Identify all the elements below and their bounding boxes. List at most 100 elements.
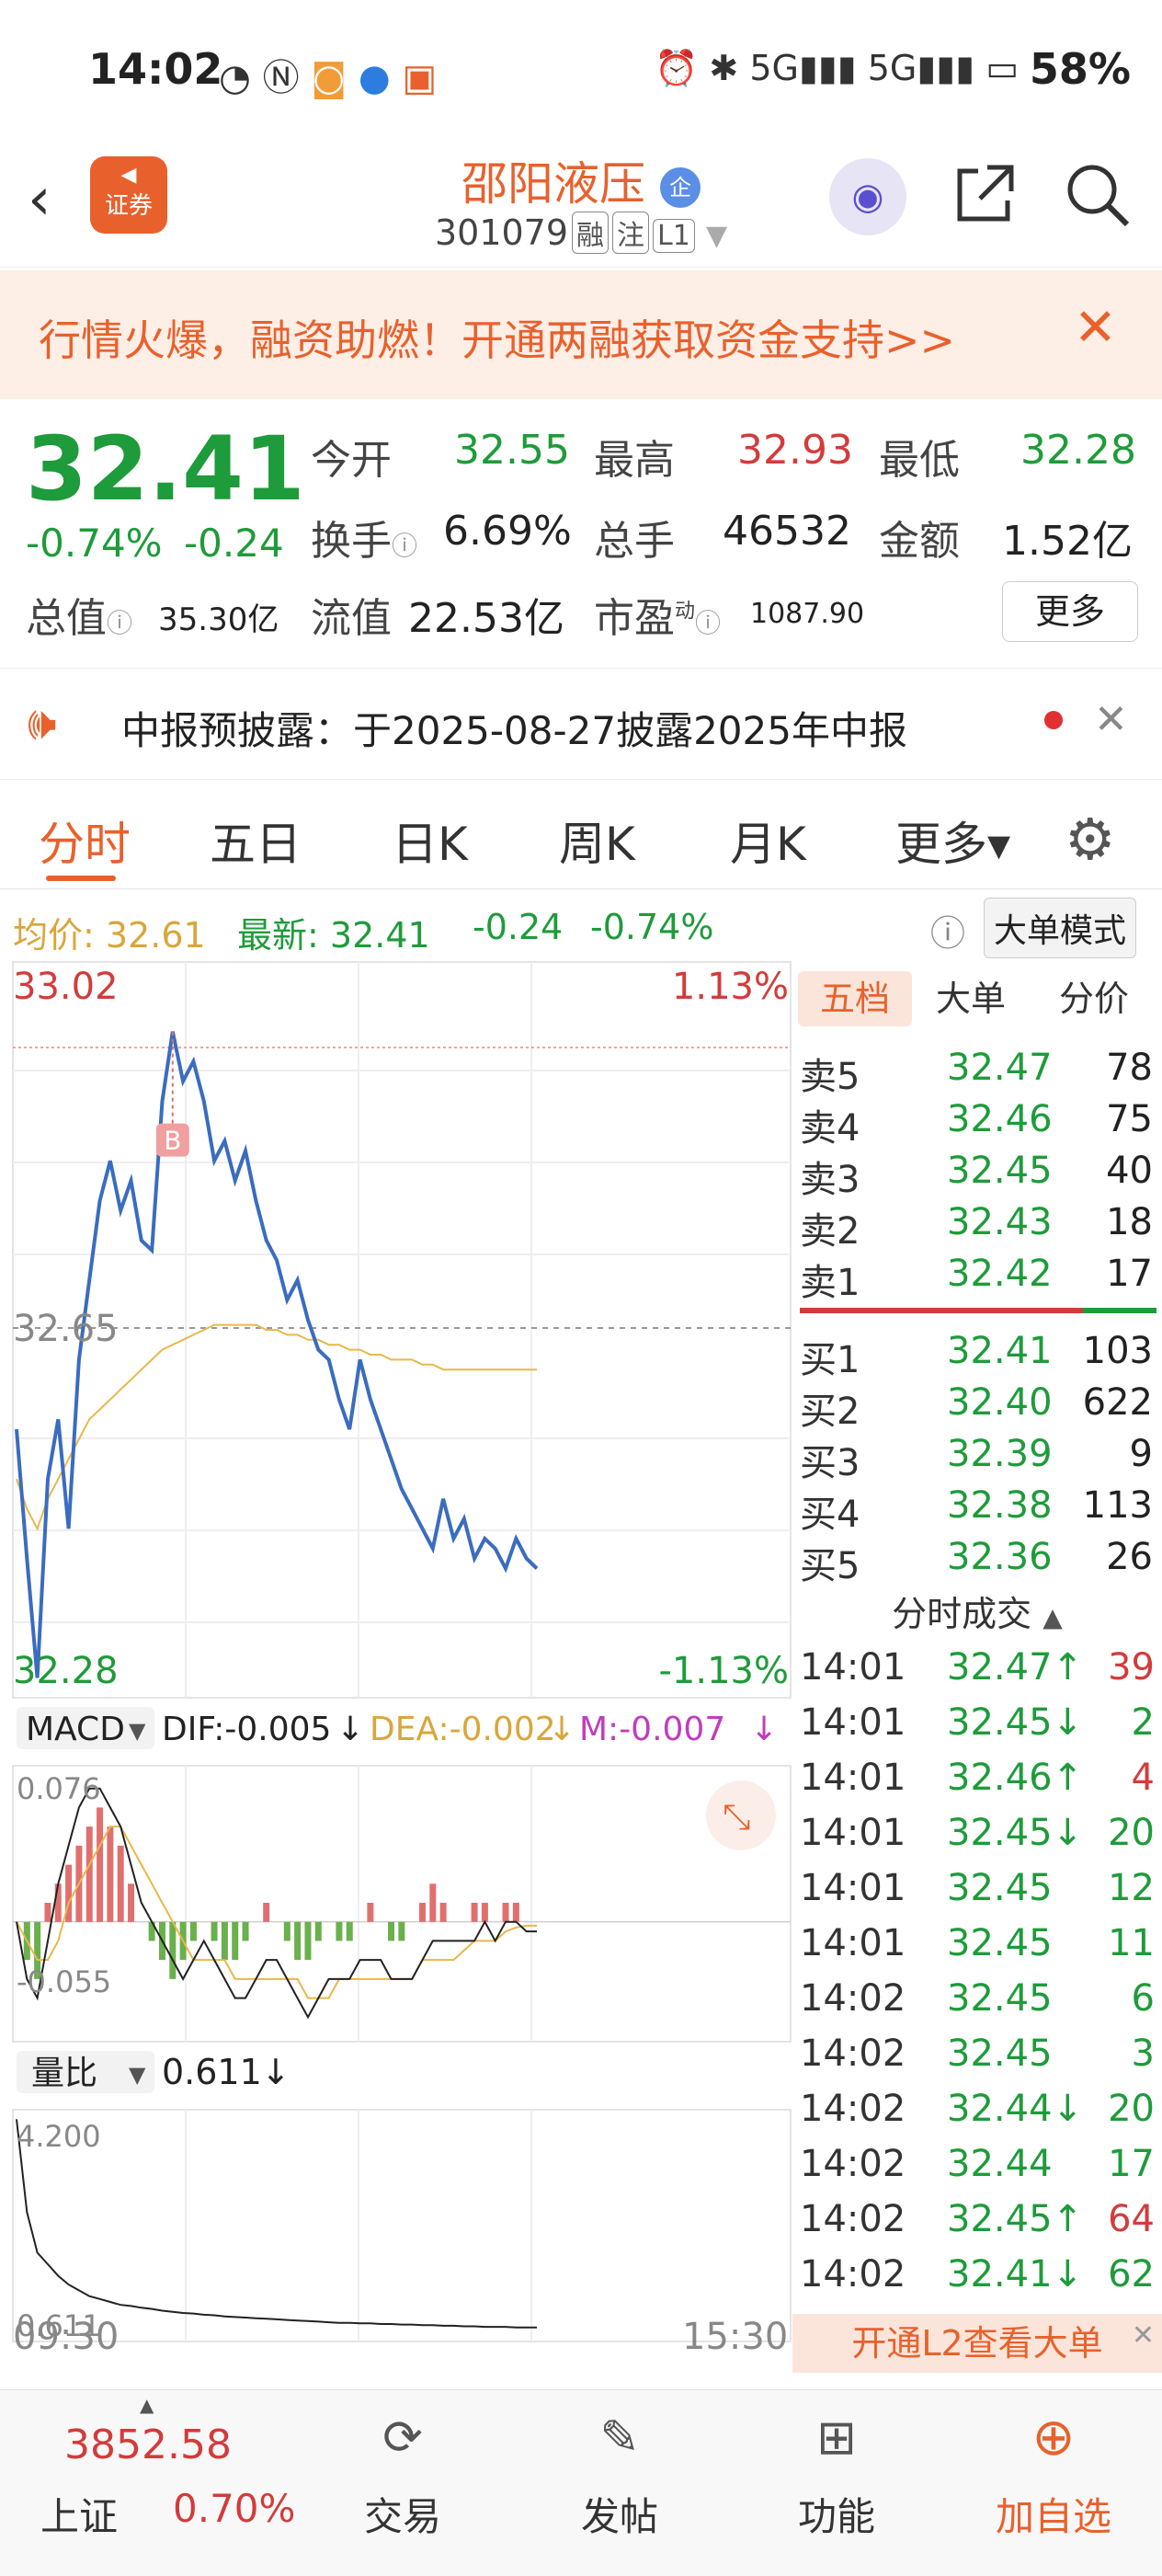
trade-price: 32.45↑ — [947, 2198, 1084, 2240]
trade-volume: 20 — [1108, 1812, 1155, 1854]
bid-level-label: 买4 — [800, 1494, 860, 1536]
index-ticker[interactable]: ▲ 3852.58 上证 0.70% — [0, 2390, 303, 2574]
close-icon[interactable]: ✕ — [1074, 298, 1117, 358]
tab-five-levels[interactable]: 五档 — [798, 971, 912, 1026]
ask-price: 32.42 — [947, 1253, 1053, 1295]
bid-price: 32.36 — [947, 1536, 1053, 1578]
tab-active-indicator — [46, 876, 116, 881]
trade-row: 14:01 32.45↓ 2 — [800, 1701, 1158, 1757]
report-notice[interactable]: 🕪 中报预披露：于2025-08-27披露2025年中报 ✕ — [0, 668, 1162, 780]
current-price: 32.41 — [26, 418, 305, 521]
close-icon[interactable]: ✕ — [1094, 696, 1128, 743]
trades-title[interactable]: 分时成交 ▲ — [792, 1586, 1162, 1636]
bid-price: 32.38 — [947, 1484, 1053, 1527]
ask-row[interactable]: 卖3 32.45 40 — [800, 1150, 1156, 1201]
pe-value: 1087.90 — [750, 598, 865, 630]
trade-time: 14:01 — [800, 1922, 906, 1964]
amount-value: 1.52亿 — [1002, 518, 1133, 565]
down-arrow-icon: ↓ — [548, 1711, 575, 1748]
trade-time: 14:01 — [800, 1701, 906, 1744]
trade-price: 32.45 — [947, 1867, 1053, 1909]
bid-row[interactable]: 买2 32.40 622 — [800, 1381, 1156, 1433]
trade-row: 14:02 32.41↓ 62 — [800, 2253, 1158, 2308]
tab-five-day[interactable]: 五日 — [210, 807, 302, 874]
share-icon[interactable] — [951, 158, 1020, 228]
trade-row: 14:02 32.45 6 — [800, 1977, 1158, 2032]
info-icon[interactable]: ⓘ — [392, 531, 417, 561]
bid-level-label: 买3 — [800, 1442, 860, 1484]
bid-volume: 113 — [1082, 1484, 1153, 1527]
trade-time: 14:02 — [800, 1977, 906, 2020]
ask-volume: 18 — [1106, 1201, 1153, 1243]
trade-volume: 62 — [1108, 2253, 1155, 2296]
low-label: 最低 — [879, 437, 960, 484]
ask-row[interactable]: 卖5 32.47 78 — [800, 1047, 1156, 1098]
settings-gear-icon[interactable]: ⚙ — [1065, 806, 1116, 873]
tab-weekly-k[interactable]: 周K — [559, 807, 635, 874]
tab-monthly-k[interactable]: 月K — [730, 807, 806, 874]
tag-level: L1 — [653, 219, 695, 253]
help-icon[interactable]: ⓘ — [930, 905, 965, 956]
info-icon[interactable]: ⓘ — [107, 608, 132, 638]
trade-row: 14:01 32.45 11 — [800, 1922, 1158, 1977]
low-value: 32.28 — [1020, 427, 1136, 474]
bid-level-label: 买2 — [800, 1391, 860, 1433]
robot-assistant-icon[interactable]: ◉ — [829, 158, 906, 235]
avg-price-line — [16, 1323, 537, 1531]
bid-row[interactable]: 买1 32.41 103 — [800, 1330, 1156, 1381]
latest-change: -0.24 — [473, 907, 564, 947]
bid-row[interactable]: 买3 32.39 9 — [800, 1433, 1156, 1484]
status-icons: ◔ Ⓝ ◙ ● ▣ — [219, 57, 438, 99]
ask-volume: 17 — [1106, 1253, 1153, 1295]
search-icon[interactable] — [1061, 158, 1134, 232]
more-button[interactable]: 更多 — [1002, 581, 1138, 642]
promo-banner[interactable]: 行情火爆，融资助燃！开通两融获取资金支持>> ✕ — [0, 270, 1162, 399]
pe-label: 市盈动ⓘ — [594, 595, 722, 642]
bid-level-label: 买1 — [800, 1339, 860, 1381]
tab-price-distribution[interactable]: 分价 — [1059, 971, 1129, 1026]
trade-time: 14:01 — [800, 1757, 906, 1799]
ask-row[interactable]: 卖1 32.42 17 — [800, 1253, 1156, 1304]
nav-functions-label: 功能 — [797, 2494, 875, 2539]
info-icon[interactable]: ⓘ — [695, 608, 721, 638]
trade-row: 14:01 32.45 12 — [800, 1867, 1158, 1922]
down-arrow-icon: ↓ — [750, 1711, 778, 1748]
ask-row[interactable]: 卖2 32.43 18 — [800, 1201, 1156, 1253]
big-order-mode-button[interactable]: 大单模式 — [984, 898, 1137, 958]
tab-daily-k[interactable]: 日K — [392, 807, 468, 874]
high-label: 最高 — [594, 437, 675, 484]
trade-row: 14:01 32.47↑ 39 — [800, 1646, 1158, 1701]
y-mid-label: 32.65 — [13, 1308, 119, 1350]
amount-label: 金额 — [879, 518, 960, 565]
float-label: 流值 — [311, 595, 392, 642]
trade-price: 32.47↑ — [947, 1646, 1084, 1689]
trade-price: 32.45 — [947, 1922, 1053, 1964]
macd-dif: DIF:-0.005 — [162, 1711, 331, 1748]
trade-price: 32.45↓ — [947, 1701, 1084, 1744]
bid-row[interactable]: 买5 32.36 26 — [800, 1536, 1156, 1587]
bid-price: 32.40 — [947, 1381, 1053, 1424]
ask-level-label: 卖4 — [800, 1107, 860, 1150]
macd-label: MACD — [26, 1711, 125, 1748]
tab-big-orders[interactable]: 大单 — [936, 971, 1006, 1026]
close-icon[interactable]: ✕ — [1132, 2307, 1155, 2365]
caret-up-icon: ▲ — [140, 2394, 154, 2416]
trade-volume: 17 — [1108, 2143, 1155, 2185]
tab-more[interactable]: 更多▾ — [895, 807, 1010, 874]
volume-label: 总手 — [594, 518, 675, 565]
tab-intraday[interactable]: 分时 — [39, 807, 131, 874]
bid-price: 32.39 — [947, 1433, 1053, 1475]
trade-volume: 3 — [1131, 2032, 1155, 2075]
intraday-charts[interactable]: B 33.02 32.65 32.28 1.13% -1.13% MACD ▼ … — [0, 960, 792, 2358]
stock-code: 301079 — [434, 212, 569, 253]
volume-ratio-value: 0.611 — [162, 2052, 262, 2092]
volume-ratio-label: 量比 — [31, 2055, 97, 2092]
ask-price: 32.43 — [947, 1201, 1053, 1243]
bid-row[interactable]: 买4 32.38 113 — [800, 1484, 1156, 1536]
ask-row[interactable]: 卖4 32.46 75 — [800, 1098, 1156, 1150]
ask-volume: 75 — [1106, 1098, 1153, 1140]
l2-upgrade-button[interactable]: 开通L2查看大单 ✕ — [792, 2314, 1162, 2373]
dropdown-arrow-icon: ▼ — [129, 2062, 146, 2088]
enterprise-badge: 企 — [659, 166, 701, 208]
trade-time: 14:02 — [800, 2032, 906, 2075]
